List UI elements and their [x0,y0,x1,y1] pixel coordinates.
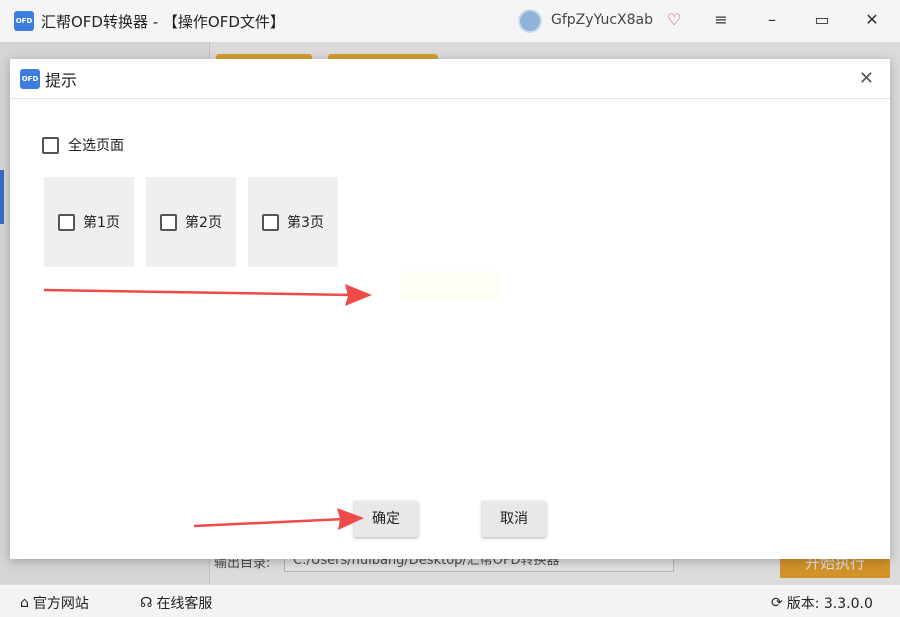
service-link[interactable]: ☊ 在线客服 [140,593,212,613]
select-all-checkbox[interactable]: 全选页面 [42,135,124,155]
select-all-label: 全选页面 [68,138,124,154]
footer: ⌂ 官方网站 ☊ 在线客服 ⟳ 版本: 3.3.0.0 [0,584,900,617]
page-item-1[interactable]: 第1页 [44,177,134,267]
page-3-checkbox[interactable] [262,213,280,231]
checkbox-icon[interactable] [42,136,59,154]
menu-icon[interactable]: ≡ [709,10,733,29]
page-2-label: 第2页 [185,215,222,231]
version-label: 版本: 3.3.0.0 [786,596,873,612]
website-label: 官方网站 [32,596,89,612]
page-2-checkbox[interactable] [160,213,178,231]
version-info[interactable]: ⟳ 版本: 3.3.0.0 [771,593,873,613]
refresh-icon: ⟳ [771,595,783,611]
faint-highlight [400,271,500,301]
prompt-dialog: OFD 提示 ✕ 全选页面 第1页 第2页 第3页 确定 取消 [10,59,890,559]
page-item-2[interactable]: 第2页 [146,177,236,267]
website-link[interactable]: ⌂ 官方网站 [20,593,89,613]
user-name[interactable]: GfpZyYucX8ab [551,12,653,28]
home-icon: ⌂ [20,595,29,611]
page-item-3[interactable]: 第3页 [248,177,338,267]
vip-heart-icon[interactable]: ♡ [667,10,681,29]
dialog-header: OFD 提示 ✕ [10,59,890,99]
minimize-icon[interactable]: – [760,10,784,29]
app-logo-icon: OFD [14,11,34,31]
app-title: 汇帮OFD转换器 - 【操作OFD文件】 [41,12,285,31]
dialog-title: 提示 [45,70,78,90]
page-3-label: 第3页 [287,215,324,231]
headset-icon: ☊ [140,595,153,611]
dialog-logo-icon: OFD [20,68,40,89]
cancel-button[interactable]: 取消 [482,501,546,537]
close-window-icon[interactable]: ✕ [860,10,884,29]
user-avatar[interactable] [518,9,542,33]
maximize-icon[interactable]: ▭ [810,10,834,29]
page-1-checkbox[interactable] [58,213,76,231]
confirm-button[interactable]: 确定 [354,501,418,537]
page-1-label: 第1页 [83,215,120,231]
dialog-close-icon[interactable]: ✕ [859,68,874,89]
service-label: 在线客服 [156,596,213,612]
